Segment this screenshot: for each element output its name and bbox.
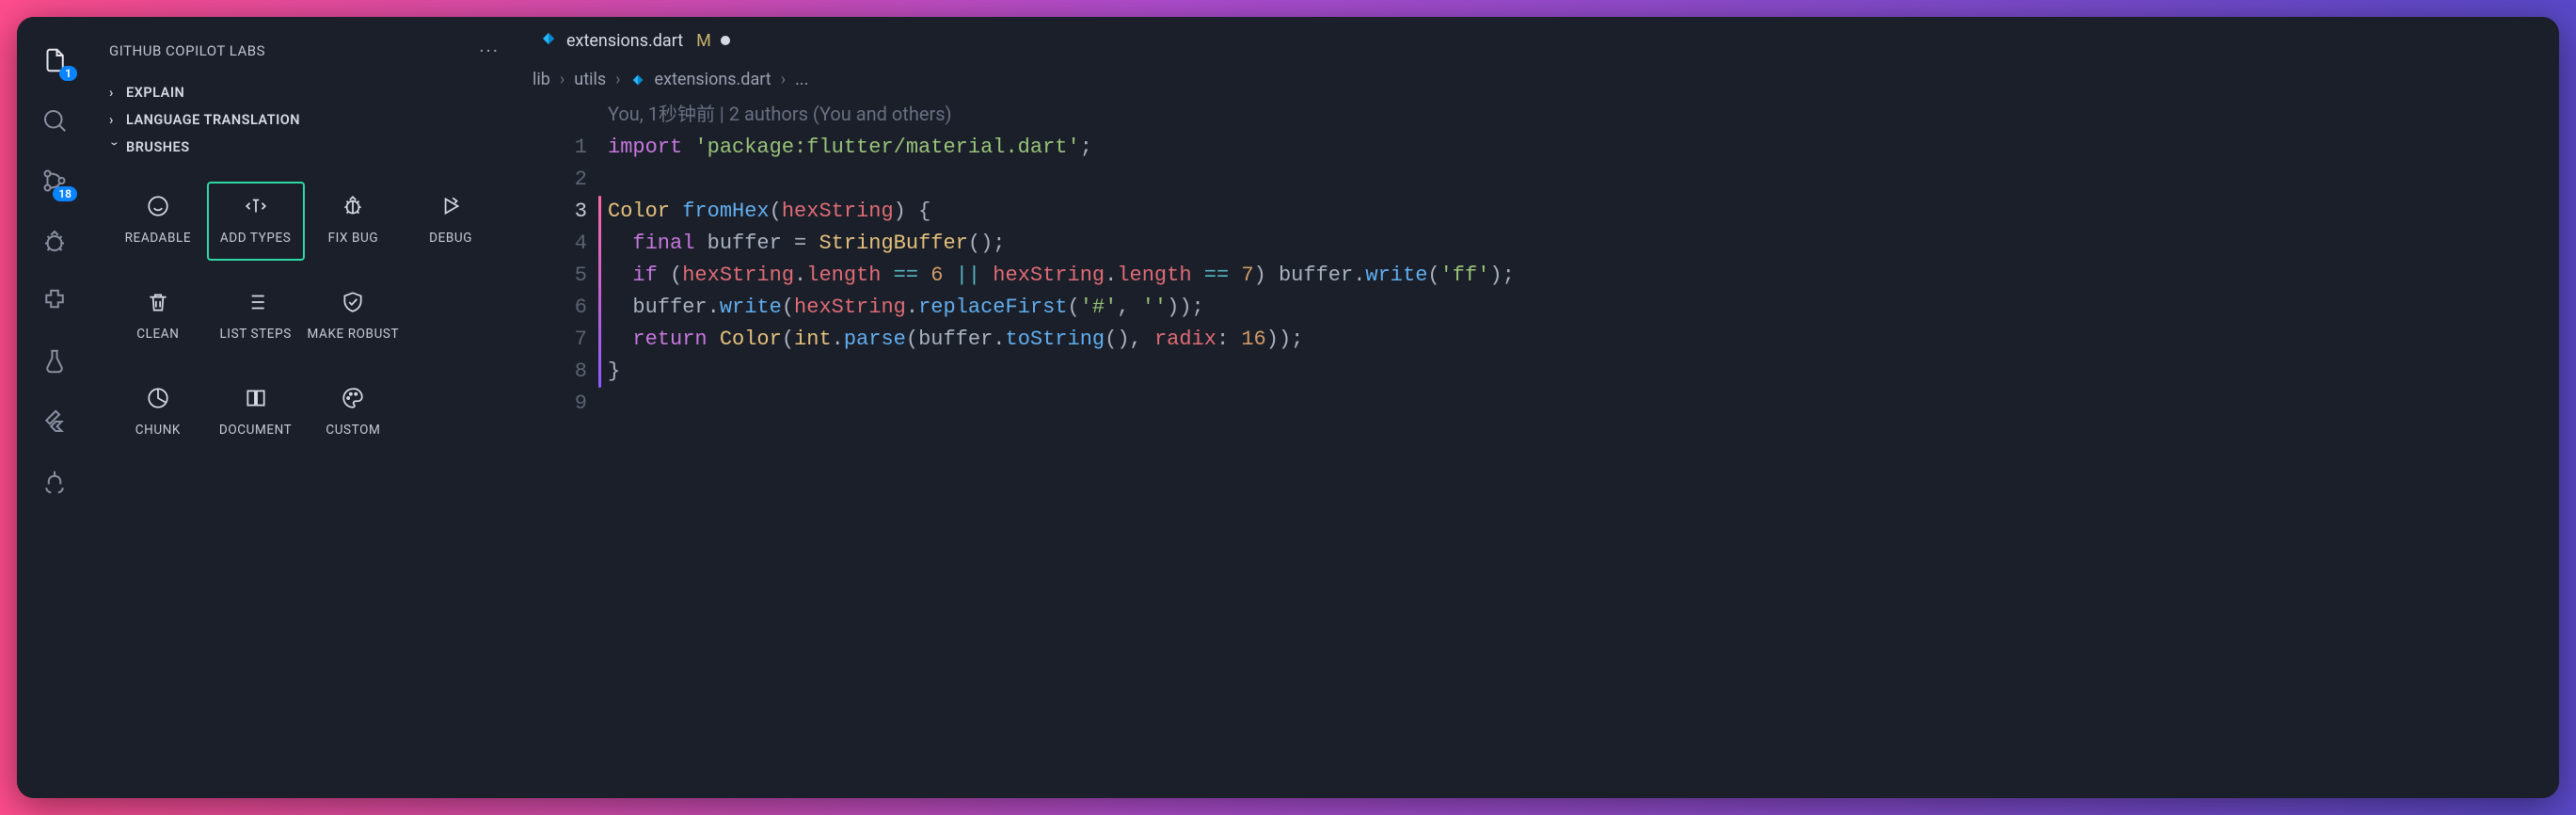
types-icon	[243, 193, 269, 219]
activity-debug[interactable]	[38, 224, 72, 258]
activity-explorer[interactable]: 1	[38, 43, 72, 77]
brush-label: FIX BUG	[328, 231, 379, 246]
chevron-right-icon: ›	[615, 70, 620, 89]
list-icon	[243, 289, 269, 315]
section-label: EXPLAIN	[126, 85, 184, 101]
activity-flutter[interactable]	[38, 405, 72, 439]
section-brushes[interactable]: › BRUSHES	[92, 134, 517, 161]
section-language-translation[interactable]: › LANGUAGE TRANSLATION	[92, 106, 517, 134]
play-icon	[437, 193, 464, 219]
code-editor[interactable]: 1 2 3 4 5 6 7 8 9 import 'package:flutte…	[517, 132, 2559, 420]
activity-scm-badge: 18	[53, 186, 77, 201]
brush-list-steps[interactable]: LIST STEPS	[207, 278, 305, 357]
pie-icon	[145, 385, 171, 411]
line-number: 4	[517, 228, 587, 260]
activity-source-control[interactable]: 18	[38, 164, 72, 198]
breadcrumb-item[interactable]: lib	[533, 70, 550, 89]
code-line[interactable]: final buffer = StringBuffer();	[608, 228, 2559, 260]
line-number: 6	[517, 292, 587, 324]
editor-area: extensions.dart M lib › utils › extensio…	[517, 17, 2559, 798]
activity-extensions[interactable]	[38, 284, 72, 318]
palette-icon	[340, 385, 366, 411]
line-number-gutter: 1 2 3 4 5 6 7 8 9	[517, 132, 608, 420]
brush-label: CHUNK	[135, 423, 181, 438]
brush-label: CUSTOM	[326, 423, 380, 438]
brush-chunk[interactable]: CHUNK	[109, 374, 207, 453]
chevron-right-icon: ›	[560, 70, 564, 89]
code-content[interactable]: import 'package:flutter/material.dart'; …	[608, 132, 2559, 420]
code-line[interactable]: import 'package:flutter/material.dart';	[608, 132, 2559, 164]
brush-document[interactable]: DOCUMENT	[207, 374, 305, 453]
brush-label: READABLE	[125, 231, 191, 246]
code-line[interactable]: return Color(int.parse(buffer.toString()…	[608, 324, 2559, 356]
tab-dirty-dot-icon	[721, 36, 730, 45]
brush-label: ADD TYPES	[220, 231, 291, 246]
brush-debug[interactable]: DEBUG	[402, 182, 500, 261]
book-icon	[243, 385, 269, 411]
copilot-labs-panel: GITHUB COPILOT LABS ··· › EXPLAIN › LANG…	[92, 17, 517, 798]
line-number: 2	[517, 164, 587, 196]
tab-filename: extensions.dart	[566, 31, 683, 51]
activity-testing[interactable]	[38, 344, 72, 378]
activity-outline[interactable]	[38, 465, 72, 499]
activity-explorer-badge: 1	[59, 66, 77, 81]
line-number: 5	[517, 260, 587, 292]
brush-label: DEBUG	[429, 231, 472, 246]
section-explain[interactable]: › EXPLAIN	[92, 79, 517, 106]
line-number: 9	[517, 388, 587, 420]
bracket-guide	[598, 196, 601, 388]
brush-readable[interactable]: READABLE	[109, 182, 207, 261]
chevron-right-icon: ›	[109, 85, 120, 101]
trash-icon	[145, 289, 171, 315]
git-blame-annotation: You, 1秒钟前 | 2 authors (You and others)	[517, 93, 2559, 132]
code-line[interactable]: Color fromHex(hexString) {	[608, 196, 2559, 228]
tab-modified-marker: M	[696, 31, 711, 51]
breadcrumb-item[interactable]: ...	[795, 70, 808, 89]
code-line[interactable]	[608, 388, 2559, 420]
section-label: BRUSHES	[126, 139, 190, 155]
code-line[interactable]	[608, 164, 2559, 196]
brush-label: DOCUMENT	[219, 423, 292, 438]
dart-file-icon	[540, 30, 557, 52]
panel-more-icon[interactable]: ···	[479, 40, 500, 62]
smile-icon	[145, 193, 171, 219]
brush-clean[interactable]: CLEAN	[109, 278, 207, 357]
code-line[interactable]: if (hexString.length == 6 || hexString.l…	[608, 260, 2559, 292]
chevron-right-icon: ›	[109, 112, 120, 128]
tab-bar: extensions.dart M	[517, 17, 2559, 64]
bug-icon	[340, 193, 366, 219]
line-number: 8	[517, 356, 587, 388]
code-line[interactable]: }	[608, 356, 2559, 388]
panel-title: GITHUB COPILOT LABS	[109, 42, 265, 59]
brush-grid: READABLE ADD TYPES FIX BUG DEBUG CLEAN	[92, 161, 517, 462]
brush-custom[interactable]: CUSTOM	[305, 374, 403, 453]
tab-extensions-dart[interactable]: extensions.dart M	[525, 17, 745, 64]
brush-fix-bug[interactable]: FIX BUG	[305, 182, 403, 261]
brush-label: CLEAN	[136, 327, 179, 342]
breadcrumb-item[interactable]: extensions.dart	[655, 70, 771, 89]
breadcrumbs[interactable]: lib › utils › extensions.dart › ...	[517, 64, 2559, 93]
line-number: 3	[517, 196, 587, 228]
line-number: 1	[517, 132, 587, 164]
brush-add-types[interactable]: ADD TYPES	[207, 182, 305, 261]
brush-label: MAKE ROBUST	[308, 327, 400, 342]
activity-search[interactable]	[38, 104, 72, 137]
brush-make-robust[interactable]: MAKE ROBUST	[305, 278, 403, 357]
shield-icon	[340, 289, 366, 315]
activity-bar: 1 18	[17, 17, 92, 798]
line-number: 7	[517, 324, 587, 356]
section-label: LANGUAGE TRANSLATION	[126, 112, 300, 128]
breadcrumb-item[interactable]: utils	[574, 70, 606, 89]
dart-file-icon	[630, 70, 645, 89]
chevron-right-icon: ›	[781, 70, 786, 89]
brush-label: LIST STEPS	[219, 327, 291, 342]
code-line[interactable]: buffer.write(hexString.replaceFirst('#',…	[608, 292, 2559, 324]
app-window: 1 18 GITHUB COPILOT LABS ···	[17, 17, 2559, 798]
chevron-down-icon: ›	[107, 142, 123, 153]
